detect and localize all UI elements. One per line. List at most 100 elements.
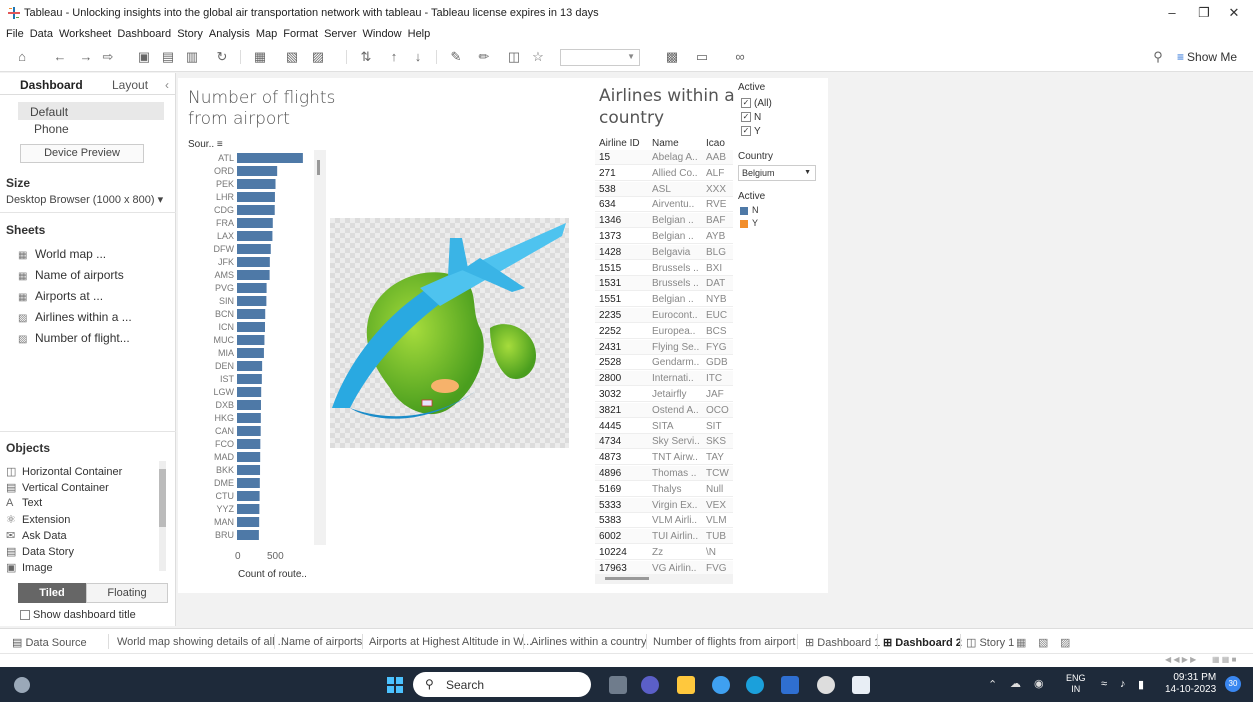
home-icon[interactable]: ⌂: [14, 49, 30, 65]
tab-dashboard-1[interactable]: ⊞ Dashboard 1: [805, 636, 880, 649]
flight-bar[interactable]: [237, 257, 270, 267]
flight-bar[interactable]: [237, 478, 260, 488]
sort-asc-icon[interactable]: ↑: [386, 49, 402, 65]
sheet-airports-at[interactable]: ▦ Airports at ...: [18, 289, 103, 303]
windows-start-icon[interactable]: [387, 677, 403, 693]
table-hscrollbar[interactable]: [595, 574, 733, 584]
data-source-icon[interactable]: ⇨: [100, 49, 116, 65]
tiled-button[interactable]: Tiled: [18, 583, 86, 603]
tab-airports-altitude[interactable]: Airports at Highest Altitude in W...: [369, 636, 532, 648]
flight-bar[interactable]: [237, 192, 275, 202]
share-icon[interactable]: ∞: [732, 49, 748, 65]
menu-server[interactable]: Server: [324, 26, 356, 42]
tray-app-icon[interactable]: ◉: [1034, 677, 1044, 690]
flight-bar[interactable]: [237, 166, 278, 176]
sort-desc-icon[interactable]: ↓: [410, 49, 426, 65]
menu-story[interactable]: Story: [177, 26, 203, 42]
tab-story-1[interactable]: ◫ Story 1: [966, 636, 1014, 649]
table-row[interactable]: 3821 Ostend A.. OCO: [595, 402, 733, 418]
flight-bar[interactable]: [237, 335, 265, 345]
minimize-button[interactable]: –: [1160, 5, 1184, 21]
legend-item-n[interactable]: N: [740, 205, 759, 215]
tab-data-source[interactable]: ▤ Data Source: [12, 636, 87, 649]
flight-bar[interactable]: [237, 452, 261, 462]
objects-scrollbar[interactable]: [159, 461, 166, 571]
file-explorer-icon[interactable]: [677, 676, 695, 694]
teams-icon[interactable]: [641, 676, 659, 694]
flight-bar[interactable]: [237, 465, 261, 475]
device-phone[interactable]: Phone: [34, 122, 69, 136]
flight-bar[interactable]: [237, 491, 260, 501]
battery-icon[interactable]: ▮: [1138, 678, 1144, 691]
menu-format[interactable]: Format: [283, 26, 318, 42]
show-title-checkbox[interactable]: Show dashboard title: [20, 609, 136, 621]
object-ask-data[interactable]: ✉ Ask Data: [6, 529, 67, 542]
table-row[interactable]: 4873 TNT Airw.. TAY: [595, 450, 733, 466]
new-story-tab-icon[interactable]: ▨: [1060, 636, 1070, 649]
tab-layout[interactable]: Layout: [112, 78, 148, 92]
floating-button[interactable]: Floating: [86, 583, 168, 603]
flights-row-header[interactable]: Sour.. ≡: [188, 139, 223, 150]
app-icon[interactable]: [817, 676, 835, 694]
chrome-icon[interactable]: [712, 676, 730, 694]
device-default[interactable]: Default: [30, 105, 68, 119]
chart-scrollbar[interactable]: [314, 150, 326, 545]
flight-bar[interactable]: [237, 361, 263, 371]
notification-badge[interactable]: 30: [1225, 676, 1241, 692]
col-icao[interactable]: Icao: [706, 138, 725, 149]
pin-panel-icon[interactable]: ⚲: [1150, 49, 1166, 65]
group-icon[interactable]: ✏: [476, 49, 492, 65]
forward-icon[interactable]: →: [78, 49, 94, 65]
object-text[interactable]: A Text: [6, 497, 42, 509]
close-button[interactable]: ✕: [1222, 5, 1246, 21]
flight-bar[interactable]: [237, 530, 259, 540]
onedrive-icon[interactable]: ☁: [1010, 677, 1021, 690]
flight-bar[interactable]: [237, 218, 273, 228]
table-row[interactable]: 6002 TUI Airlin.. TUB: [595, 529, 733, 545]
store-icon[interactable]: [781, 676, 799, 694]
table-row[interactable]: 634 Airventu.. RVE: [595, 197, 733, 213]
table-row[interactable]: 2252 Europea.. BCS: [595, 323, 733, 339]
table-row[interactable]: 5169 Thalys Null: [595, 481, 733, 497]
table-row[interactable]: 4734 Sky Servi.. SKS: [595, 434, 733, 450]
flight-bar[interactable]: [237, 387, 262, 397]
object-image[interactable]: ▣ Image: [6, 561, 53, 574]
wifi-icon[interactable]: ≈: [1101, 678, 1107, 690]
tab-name-of-airports[interactable]: Name of airports: [281, 636, 362, 648]
collapse-panel-icon[interactable]: ‹: [165, 78, 169, 92]
label-icon[interactable]: ◫: [506, 49, 522, 65]
new-worksheet-tab-icon[interactable]: ▦: [1016, 636, 1026, 649]
tray-chevron-icon[interactable]: ⌃: [988, 678, 997, 691]
taskbar-search[interactable]: ⚲ Search: [413, 672, 591, 697]
table-row[interactable]: 538 ASL XXX: [595, 181, 733, 197]
table-row[interactable]: 2431 Flying Se.. FYG: [595, 339, 733, 355]
menu-dashboard[interactable]: Dashboard: [117, 26, 171, 42]
flight-bar[interactable]: [237, 205, 275, 215]
show-me-button[interactable]: ≡ Show Me: [1177, 50, 1237, 64]
restore-button[interactable]: ❐: [1192, 5, 1216, 21]
swap-icon[interactable]: ⇅: [358, 49, 374, 65]
clock[interactable]: 09:31 PM 14-10-2023: [1165, 672, 1216, 696]
table-row[interactable]: 4896 Thomas .. TCW: [595, 466, 733, 481]
menu-map[interactable]: Map: [256, 26, 277, 42]
menu-data[interactable]: Data: [30, 26, 53, 42]
flight-bar[interactable]: [237, 348, 264, 358]
tab-airlines-within[interactable]: Airlines within a country: [531, 636, 647, 648]
flight-bar[interactable]: [237, 153, 303, 163]
flight-bar[interactable]: [237, 400, 261, 410]
new-worksheet-icon[interactable]: ▦: [252, 49, 268, 65]
new-dashboard-tab-icon[interactable]: ▧: [1038, 636, 1048, 649]
table-row[interactable]: 1551 Belgian .. NYB: [595, 292, 733, 308]
flight-bar[interactable]: [237, 517, 260, 527]
tab-world-map[interactable]: World map showing details of all ...: [117, 636, 287, 648]
flight-bar[interactable]: [237, 231, 273, 241]
menu-analysis[interactable]: Analysis: [209, 26, 250, 42]
device-preview-button[interactable]: Device Preview: [20, 144, 144, 163]
task-view-icon[interactable]: [609, 676, 627, 694]
run-update-icon[interactable]: ↻: [214, 49, 230, 65]
table-row[interactable]: 1346 Belgian .. BAF: [595, 213, 733, 229]
flight-bar[interactable]: [237, 413, 261, 423]
tableau-taskbar-icon[interactable]: [852, 676, 870, 694]
table-row[interactable]: 10224 Zz \N: [595, 545, 733, 560]
save-icon[interactable]: ▣: [136, 49, 152, 65]
